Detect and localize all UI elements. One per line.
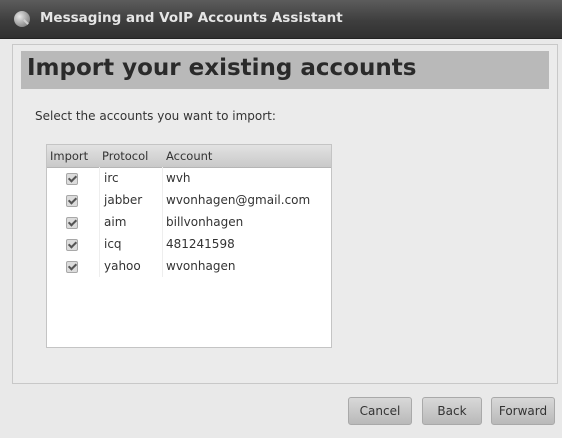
title-bar: Messaging and VoIP Accounts Assistant [0, 0, 562, 39]
protocol-cell: yahoo [104, 259, 141, 273]
table-row[interactable]: aim billvonhagen [47, 212, 331, 234]
page-header: Import your existing accounts [21, 51, 549, 89]
account-cell: 481241598 [166, 237, 235, 251]
table-row[interactable]: irc wvh [47, 168, 331, 190]
table-row[interactable]: jabber wvonhagen@gmail.com [47, 190, 331, 212]
import-checkbox[interactable] [66, 173, 78, 185]
window-title: Messaging and VoIP Accounts Assistant [40, 10, 343, 26]
account-cell: wvonhagen@gmail.com [166, 193, 311, 207]
column-header-import[interactable]: Import [50, 149, 88, 163]
page-title: Import your existing accounts [27, 55, 417, 81]
table-row[interactable]: icq 481241598 [47, 234, 331, 256]
content-panel: Import your existing accounts Select the… [12, 44, 558, 384]
back-button[interactable]: Back [422, 397, 482, 425]
column-header-account[interactable]: Account [166, 149, 212, 163]
import-checkbox[interactable] [66, 195, 78, 207]
accounts-table: Import Protocol Account irc wvh jabber w… [46, 144, 332, 348]
protocol-cell: jabber [104, 193, 143, 207]
assistant-window: Import your existing accounts Select the… [0, 39, 562, 438]
protocol-cell: icq [104, 237, 122, 251]
import-checkbox[interactable] [66, 217, 78, 229]
import-checkbox[interactable] [66, 239, 78, 251]
protocol-cell: irc [104, 171, 119, 185]
app-icon [14, 11, 30, 27]
account-cell: wvh [166, 171, 191, 185]
instruction-label: Select the accounts you want to import: [35, 109, 276, 123]
table-header: Import Protocol Account [47, 145, 331, 168]
account-cell: billvonhagen [166, 215, 244, 229]
cancel-button[interactable]: Cancel [348, 397, 412, 425]
forward-button[interactable]: Forward [491, 397, 555, 425]
column-header-protocol[interactable]: Protocol [102, 149, 148, 163]
account-cell: wvonhagen [166, 259, 236, 273]
import-checkbox[interactable] [66, 261, 78, 273]
table-row[interactable]: yahoo wvonhagen [47, 256, 331, 278]
protocol-cell: aim [104, 215, 127, 229]
